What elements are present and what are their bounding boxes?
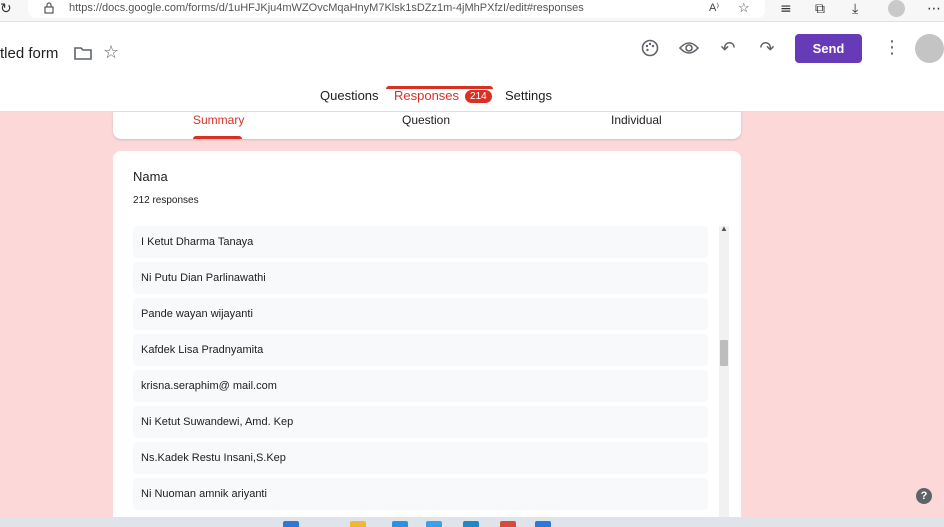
list-item: I Ketut Dharma Tanaya	[133, 226, 708, 258]
lock-icon	[44, 2, 54, 14]
responses-count-badge: 214	[465, 90, 492, 103]
favorites-icon[interactable]: ≡	[780, 1, 792, 17]
main-tabs: Questions Responses 214 Settings	[0, 88, 944, 112]
avatar[interactable]	[915, 34, 944, 63]
star-icon[interactable]: ☆	[103, 42, 119, 63]
taskbar-app-icon[interactable]	[392, 521, 408, 527]
palette-icon[interactable]	[639, 37, 661, 59]
subtab-question[interactable]: Question	[402, 113, 450, 127]
response-list: I Ketut Dharma Tanaya Ni Putu Dian Parli…	[133, 226, 708, 514]
collections-icon[interactable]: ⧉	[815, 1, 825, 17]
reload-icon[interactable]: ↻	[0, 1, 12, 17]
url-text[interactable]: https://docs.google.com/forms/d/1uHFJKju…	[69, 2, 584, 14]
subtab-summary[interactable]: Summary	[193, 113, 244, 127]
list-item: Ni Ketut Suwandewi, Amd. Kep	[133, 406, 708, 438]
scrollbar-thumb[interactable]	[720, 340, 728, 366]
form-title[interactable]: tled form	[0, 45, 58, 62]
response-count: 212 responses	[133, 195, 199, 206]
preview-eye-icon[interactable]	[678, 37, 700, 59]
list-item: Ni Putu Dian Parlinawathi	[133, 262, 708, 294]
os-taskbar	[0, 517, 944, 527]
help-icon[interactable]: ?	[916, 488, 932, 504]
send-button[interactable]: Send	[795, 34, 862, 63]
tab-responses[interactable]: Responses 214	[394, 88, 492, 112]
taskbar-app-icon[interactable]	[535, 521, 551, 527]
taskbar-app-icon[interactable]	[283, 521, 299, 527]
list-item: Pande wayan wijayanti	[133, 298, 708, 330]
subtab-individual[interactable]: Individual	[611, 113, 662, 127]
more-options-icon[interactable]: ⋮	[883, 37, 901, 58]
taskbar-app-icon[interactable]	[463, 521, 479, 527]
folder-icon[interactable]	[74, 46, 92, 60]
add-favorite-icon[interactable]: ☆	[738, 0, 750, 16]
list-item: Ns.Kadek Restu Insani,S.Kep	[133, 442, 708, 474]
active-subtab-indicator	[193, 136, 242, 139]
redo-icon[interactable]: ↷	[756, 37, 778, 59]
forms-header: tled form ☆ ↶ ↷ Send ⋮ Questions Respons…	[0, 22, 944, 112]
active-tab-indicator	[386, 86, 493, 89]
question-summary-card: Nama 212 responses I Ketut Dharma Tanaya…	[113, 151, 741, 527]
read-aloud-icon[interactable]: A⁾	[709, 1, 719, 14]
list-item: krisna.seraphim@ mail.com	[133, 370, 708, 402]
list-item: Ni Nuoman amnik ariyanti	[133, 478, 708, 510]
tab-questions[interactable]: Questions	[320, 88, 379, 112]
address-bar[interactable]: https://docs.google.com/forms/d/1uHFJKju…	[28, 0, 765, 18]
undo-icon[interactable]: ↶	[717, 37, 739, 59]
tab-settings[interactable]: Settings	[505, 88, 552, 112]
scroll-up-icon[interactable]: ▲	[720, 224, 728, 233]
taskbar-app-icon[interactable]	[426, 521, 442, 527]
browser-menu-icon[interactable]: ⋯	[927, 1, 941, 17]
browser-profile-icon[interactable]	[888, 0, 905, 17]
response-view-tabs: Summary Question Individual	[113, 112, 741, 139]
taskbar-app-icon[interactable]	[350, 521, 366, 527]
browser-toolbar: ↻ https://docs.google.com/forms/d/1uHFJK…	[0, 0, 944, 22]
downloads-icon[interactable]: ⤓	[852, 1, 858, 17]
taskbar-app-icon[interactable]	[500, 521, 516, 527]
question-title: Nama	[133, 169, 168, 184]
response-list-scrollbar[interactable]: ▲	[719, 224, 729, 527]
list-item: Kafdek Lisa Pradnyamita	[133, 334, 708, 366]
